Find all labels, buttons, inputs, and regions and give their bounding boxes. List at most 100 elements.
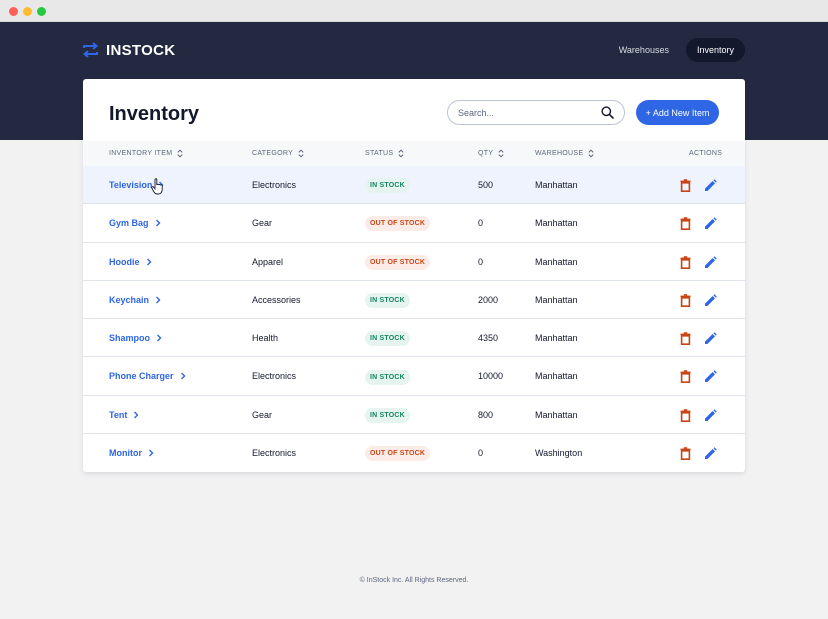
item-link[interactable]: Gym Bag [109, 204, 161, 242]
pencil-icon[interactable] [704, 294, 717, 307]
page-title: Inventory [109, 103, 200, 125]
table-row[interactable]: Tent Gear IN STOCK 800 Manhattan [83, 396, 745, 435]
pencil-icon[interactable] [704, 217, 717, 230]
column-header-warehouse[interactable]: WAREHOUSE [535, 141, 594, 166]
trash-icon[interactable] [679, 332, 692, 346]
item-name: Monitor [109, 448, 142, 459]
search-icon[interactable] [601, 106, 614, 119]
item-link[interactable]: Hoodie [109, 243, 152, 281]
table-row[interactable]: Keychain Accessories IN STOCK 2000 Manha… [83, 281, 745, 320]
item-name: Hoodie [109, 256, 140, 267]
status-badge: IN STOCK [365, 407, 410, 423]
item-qty: 0 [478, 256, 484, 267]
item-name: Keychain [109, 294, 150, 305]
item-link[interactable]: Phone Charger [109, 357, 186, 395]
add-new-item-button[interactable]: + Add New Item [636, 100, 719, 125]
item-name: Television [109, 180, 153, 190]
item-warehouse: Manhattan [535, 333, 578, 344]
trash-icon[interactable] [679, 294, 692, 307]
pencil-icon[interactable] [704, 255, 717, 269]
chevron-right-icon [157, 334, 162, 342]
arrows-swap-icon [82, 42, 99, 58]
status-badge: IN STOCK [365, 369, 410, 385]
table-row[interactable]: Shampoo Health IN STOCK 4350 Manhattan [83, 319, 745, 358]
search-input[interactable] [458, 101, 598, 124]
item-qty: 10000 [478, 371, 504, 382]
trash-icon[interactable] [679, 255, 692, 269]
pencil-icon[interactable] [704, 179, 717, 192]
inventory-list: Television Electronics IN STOCK 500 Manh… [83, 166, 745, 472]
logo-text: INSTOCK [106, 41, 176, 59]
search-box [447, 100, 625, 125]
status-badge: OUT OF STOCK [365, 216, 431, 232]
item-name: Shampoo [109, 333, 151, 344]
table-row[interactable]: Hoodie Apparel OUT OF STOCK 0 Manhattan [83, 243, 745, 281]
item-warehouse: Manhattan [535, 256, 578, 267]
status-badge: OUT OF STOCK [365, 446, 431, 462]
column-header-item[interactable]: INVENTORY ITEM [109, 141, 183, 166]
item-name: Gym Bag [109, 218, 149, 229]
close-window-button[interactable] [9, 7, 18, 16]
item-qty: 4350 [478, 333, 499, 344]
table-row[interactable]: Television Electronics IN STOCK 500 Manh… [83, 166, 745, 205]
item-warehouse: Manhattan [535, 409, 578, 420]
table-row[interactable]: Monitor Electronics OUT OF STOCK 0 Washi… [83, 434, 745, 472]
sort-icon [298, 149, 304, 158]
minimize-window-button[interactable] [23, 7, 32, 16]
maximize-window-button[interactable] [37, 7, 46, 16]
trash-icon[interactable] [679, 179, 692, 192]
window-titlebar [0, 0, 828, 22]
column-header-qty[interactable]: QTY [478, 141, 504, 166]
pencil-icon[interactable] [704, 408, 717, 422]
item-link[interactable]: Keychain [109, 281, 161, 319]
chevron-right-icon [134, 411, 139, 419]
item-qty: 800 [478, 409, 494, 420]
table-row[interactable]: Gym Bag Gear OUT OF STOCK 0 Manhattan [83, 204, 745, 243]
pointer-cursor-icon [151, 178, 163, 195]
item-qty: 500 [478, 180, 494, 190]
item-category: Health [252, 333, 279, 344]
chevron-right-icon [180, 372, 186, 380]
inventory-card: Inventory + Add New Item INVENTORY ITEM … [83, 79, 745, 472]
item-warehouse: Manhattan [535, 371, 578, 382]
table-row[interactable]: Phone Charger Electronics IN STOCK 10000… [83, 357, 745, 396]
trash-icon[interactable] [679, 370, 692, 384]
sort-icon [177, 149, 183, 158]
trash-icon[interactable] [679, 447, 692, 461]
sort-icon [588, 149, 594, 158]
item-name: Phone Charger [109, 371, 174, 382]
table-header: INVENTORY ITEM CATEGORY STATUS QTY WAREH… [83, 141, 745, 166]
pencil-icon[interactable] [704, 332, 717, 345]
status-badge: IN STOCK [365, 178, 410, 194]
item-category: Accessories [252, 294, 301, 305]
item-warehouse: Manhattan [535, 294, 578, 305]
item-category: Gear [252, 409, 273, 420]
logo[interactable]: INSTOCK [82, 40, 175, 60]
item-link[interactable]: Tent [109, 396, 139, 434]
column-header-actions: ACTIONS [689, 150, 723, 157]
column-header-category[interactable]: CATEGORY [252, 141, 304, 166]
status-badge: IN STOCK [365, 293, 410, 309]
nav-inventory[interactable]: Inventory [685, 38, 745, 62]
column-header-status[interactable]: STATUS [365, 141, 404, 166]
nav-warehouses[interactable]: Warehouses [608, 38, 680, 62]
main-nav: Warehouses Inventory [608, 38, 745, 62]
item-link[interactable]: Shampoo [109, 319, 162, 357]
pencil-icon[interactable] [704, 447, 717, 460]
chevron-right-icon [155, 219, 161, 227]
status-badge: IN STOCK [365, 331, 410, 347]
trash-icon[interactable] [679, 217, 692, 231]
item-warehouse: Manhattan [535, 180, 578, 190]
item-category: Apparel [252, 256, 284, 267]
item-warehouse: Manhattan [535, 218, 578, 229]
item-qty: 0 [478, 218, 484, 229]
footer-copyright: © InStock Inc. All Rights Reserved. [359, 577, 469, 584]
trash-icon[interactable] [679, 408, 692, 422]
item-name: Tent [109, 409, 128, 420]
item-warehouse: Washington [535, 448, 583, 459]
item-link[interactable]: Monitor [109, 434, 154, 472]
item-category: Electronics [252, 448, 297, 459]
sort-icon [498, 149, 504, 158]
pencil-icon[interactable] [704, 370, 717, 383]
chevron-right-icon [156, 296, 161, 304]
